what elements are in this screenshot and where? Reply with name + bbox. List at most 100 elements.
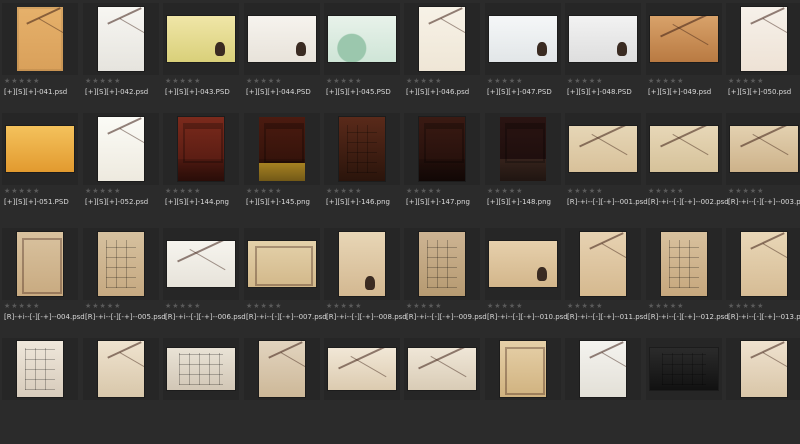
thumbnail-item[interactable]: ★★★★★ [R]-+i--[-][-+]--003.psd — [726, 113, 800, 219]
thumbnail-item[interactable]: ★★★★★ [+][S][+]-051.PSD — [2, 113, 78, 219]
thumbnail-item[interactable] — [646, 338, 722, 444]
thumbnail-item[interactable]: ★★★★★ [+][S][+]-042.psd — [83, 3, 159, 109]
thumbnail-frame — [244, 228, 320, 300]
thumbnail-frame — [726, 338, 800, 400]
file-name: [R]-+i--[-][-+]--009.psd — [406, 313, 487, 321]
thumbnail-frame — [324, 113, 400, 185]
rating-stars: ★★★★★ — [648, 302, 685, 310]
thumbnail-item[interactable]: ★★★★★ [+][S][+]-146.png — [324, 113, 400, 219]
rating-stars: ★★★★★ — [406, 77, 443, 85]
thumbnail-frame — [404, 338, 480, 400]
thumbnail-image — [6, 126, 74, 172]
thumbnail-item[interactable]: ★★★★★ [R]-+i--[-][-+]--011.psd — [565, 228, 648, 334]
thumbnail-image — [500, 117, 546, 181]
thumbnail-image — [569, 16, 637, 62]
thumbnail-image — [98, 232, 144, 296]
thumbnail-frame — [2, 113, 78, 185]
file-name: [R]-+i--[-][-+]--005.psd — [85, 313, 166, 321]
thumbnail-image — [178, 117, 224, 181]
thumbnail-item[interactable]: ★★★★★ [+][S][+]-050.psd — [726, 3, 800, 109]
thumbnail-frame — [244, 3, 320, 75]
thumbnail-image — [259, 341, 305, 397]
thumbnail-item[interactable]: ★★★★★ [+][S][+]-046.psd — [404, 3, 480, 109]
thumbnail-item[interactable]: ★★★★★ [+][S][+]-043.PSD — [163, 3, 239, 109]
thumbnail-frame — [163, 113, 239, 185]
thumbnail-item[interactable]: ★★★★★ [+][S][+]-147.png — [404, 113, 480, 219]
file-name: [+][S][+]-049.psd — [648, 88, 712, 96]
thumbnail-item[interactable]: ★★★★★ [R]-+i--[-][-+]--004.psd — [2, 228, 85, 334]
rating-stars: ★★★★★ — [326, 302, 363, 310]
thumbnail-frame — [485, 338, 561, 400]
thumbnail-item[interactable]: ★★★★★ [+][S][+]-045.PSD — [324, 3, 400, 109]
thumbnail-item[interactable]: ★★★★★ [R]-+i--[-][-+]--008.psd — [324, 228, 407, 334]
thumbnail-item[interactable]: ★★★★★ [+][S][+]-044.PSD — [244, 3, 320, 109]
thumbnail-frame — [83, 228, 159, 300]
thumbnail-item[interactable]: ★★★★★ [+][S][+]-144.png — [163, 113, 239, 219]
thumbnail-item[interactable]: ★★★★★ [R]-+i--[-][-+]--006.psd — [163, 228, 246, 334]
thumbnail-item[interactable] — [83, 338, 159, 444]
thumbnail-item[interactable] — [163, 338, 239, 444]
rating-stars: ★★★★★ — [4, 77, 41, 85]
rating-stars: ★★★★★ — [487, 302, 524, 310]
thumbnail-item[interactable] — [2, 338, 78, 444]
thumbnail-image — [569, 126, 637, 172]
thumbnail-item[interactable]: ★★★★★ [R]-+i--[-][-+]--005.psd — [83, 228, 166, 334]
thumbnail-item[interactable] — [565, 338, 641, 444]
thumbnail-frame — [244, 338, 320, 400]
thumbnail-item[interactable]: ★★★★★ [R]-+i--[-][-+]--009.psd — [404, 228, 487, 334]
rating-stars: ★★★★★ — [406, 187, 443, 195]
rating-stars: ★★★★★ — [85, 77, 122, 85]
file-name: [+][S][+]-145.png — [246, 198, 310, 206]
thumbnail-frame — [404, 228, 480, 300]
thumbnail-item[interactable] — [404, 338, 480, 444]
file-name: [R]-+i--[-][-+]--012.psd — [648, 313, 729, 321]
thumbnail-frame — [83, 3, 159, 75]
rating-stars: ★★★★★ — [246, 77, 283, 85]
file-name: [R]-+i--[-][-+]--004.psd — [4, 313, 85, 321]
thumbnail-image — [98, 7, 144, 71]
file-name: [+][S][+]-146.png — [326, 198, 390, 206]
thumbnail-item[interactable]: ★★★★★ [+][S][+]-148.png — [485, 113, 561, 219]
thumbnail-item[interactable]: ★★★★★ [+][S][+]-047.PSD — [485, 3, 561, 109]
thumbnail-item[interactable]: ★★★★★ [+][S][+]-049.psd — [646, 3, 722, 109]
rating-stars: ★★★★★ — [567, 77, 604, 85]
thumbnail-item[interactable]: ★★★★★ [R]-+i--[-][-+]--012.psd — [646, 228, 729, 334]
rating-stars: ★★★★★ — [4, 187, 41, 195]
thumbnail-frame — [485, 228, 561, 300]
thumbnail-image — [650, 16, 718, 62]
rating-stars: ★★★★★ — [4, 302, 41, 310]
thumbnail-image — [580, 341, 626, 397]
thumbnail-item[interactable] — [485, 338, 561, 444]
file-name: [R]-+i--[-][-+]--010.psd — [487, 313, 568, 321]
rating-stars: ★★★★★ — [165, 187, 202, 195]
thumbnail-image — [408, 348, 476, 390]
thumbnail-item[interactable]: ★★★★★ [R]-+i--[-][-+]--013.psd — [726, 228, 800, 334]
thumbnail-item[interactable] — [324, 338, 400, 444]
rating-stars: ★★★★★ — [728, 187, 765, 195]
thumbnail-item[interactable]: ★★★★★ [+][S][+]-048.PSD — [565, 3, 641, 109]
thumbnail-item[interactable]: ★★★★★ [+][S][+]-052.psd — [83, 113, 159, 219]
thumbnail-frame — [324, 338, 400, 400]
thumbnail-frame — [565, 3, 641, 75]
thumbnail-item[interactable]: ★★★★★ [R]-+i--[-][-+]--010.psd — [485, 228, 568, 334]
rating-stars: ★★★★★ — [406, 302, 443, 310]
thumbnail-frame — [485, 113, 561, 185]
thumbnail-item[interactable] — [726, 338, 800, 444]
thumbnail-image — [661, 232, 707, 296]
rating-stars: ★★★★★ — [85, 187, 122, 195]
thumbnail-item[interactable]: ★★★★★ [R]-+i--[-][-+]--001.psd — [565, 113, 648, 219]
thumbnail-item[interactable]: ★★★★★ [+][S][+]-145.png — [244, 113, 320, 219]
thumbnail-image — [339, 117, 385, 181]
thumbnail-item[interactable]: ★★★★★ [R]-+i--[-][-+]--002.psd — [646, 113, 729, 219]
thumbnail-item[interactable]: ★★★★★ [+][S][+]-041.psd — [2, 3, 78, 109]
thumbnail-frame — [83, 113, 159, 185]
thumbnail-image — [500, 341, 546, 397]
file-name: [+][S][+]-051.PSD — [4, 198, 69, 206]
thumbnail-frame — [2, 338, 78, 400]
thumbnail-image — [167, 241, 235, 287]
thumbnail-image — [17, 232, 63, 296]
rating-stars: ★★★★★ — [487, 187, 524, 195]
thumbnail-item[interactable] — [244, 338, 320, 444]
thumbnail-item[interactable]: ★★★★★ [R]-+i--[-][-+]--007.psd — [244, 228, 327, 334]
file-name: [+][S][+]-147.png — [406, 198, 470, 206]
